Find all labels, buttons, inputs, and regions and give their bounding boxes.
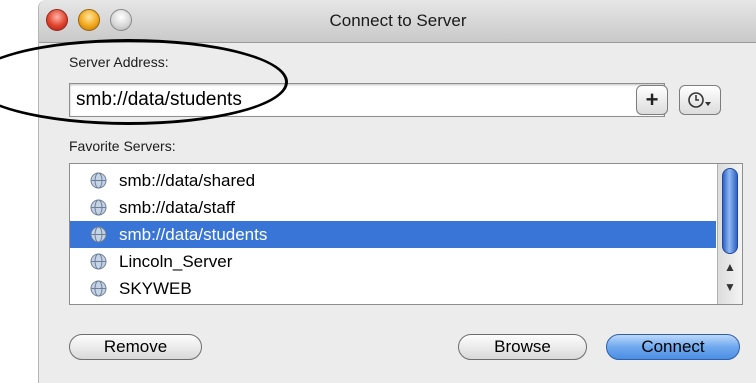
favorite-server-label: smb://data/staff: [119, 198, 235, 217]
globe-server-icon: [90, 280, 107, 297]
title-bar: Connect to Server: [39, 0, 756, 43]
favorite-server-item[interactable]: smb://data/staff: [70, 194, 716, 221]
favorite-server-item[interactable]: SKYWEB: [70, 275, 716, 302]
recent-servers-button[interactable]: [679, 85, 721, 115]
scroll-up-arrow-icon[interactable]: ▲: [724, 260, 736, 274]
connect-button[interactable]: Connect: [606, 334, 740, 360]
scroll-down-arrow-icon[interactable]: ▼: [724, 280, 736, 294]
favorite-servers-list: smb://data/shared smb://data/staff smb:/…: [69, 163, 743, 305]
favorite-server-label: smb://data/shared: [119, 171, 256, 190]
globe-server-icon: [90, 226, 107, 243]
favorite-server-label: smb://data/students: [119, 225, 268, 244]
remove-button[interactable]: Remove: [69, 334, 202, 360]
plus-icon: +: [645, 87, 659, 112]
server-address-label: Server Address:: [69, 54, 169, 70]
browse-button[interactable]: Browse: [458, 334, 587, 360]
server-address-input[interactable]: smb://data/students: [69, 83, 665, 117]
list-scrollbar[interactable]: ▲ ▼: [717, 164, 742, 304]
globe-server-icon: [90, 172, 107, 189]
favorite-server-item[interactable]: smb://data/shared: [70, 167, 716, 194]
favorite-server-item[interactable]: Lincoln_Server: [70, 248, 716, 275]
window-title: Connect to Server: [329, 11, 467, 30]
favorite-servers-label: Favorite Servers:: [69, 138, 176, 154]
scrollbar-thumb[interactable]: [722, 168, 738, 254]
clock-menu-icon: [688, 92, 711, 108]
add-favorite-button[interactable]: +: [636, 85, 668, 115]
globe-server-icon: [90, 199, 107, 216]
connect-to-server-window: Connect to Server Server Address: smb://…: [38, 0, 756, 383]
favorite-server-label: SKYWEB: [119, 279, 192, 298]
globe-server-icon: [90, 253, 107, 270]
favorite-server-item-selected[interactable]: smb://data/students: [70, 221, 716, 248]
favorite-server-label: Lincoln_Server: [119, 252, 233, 271]
